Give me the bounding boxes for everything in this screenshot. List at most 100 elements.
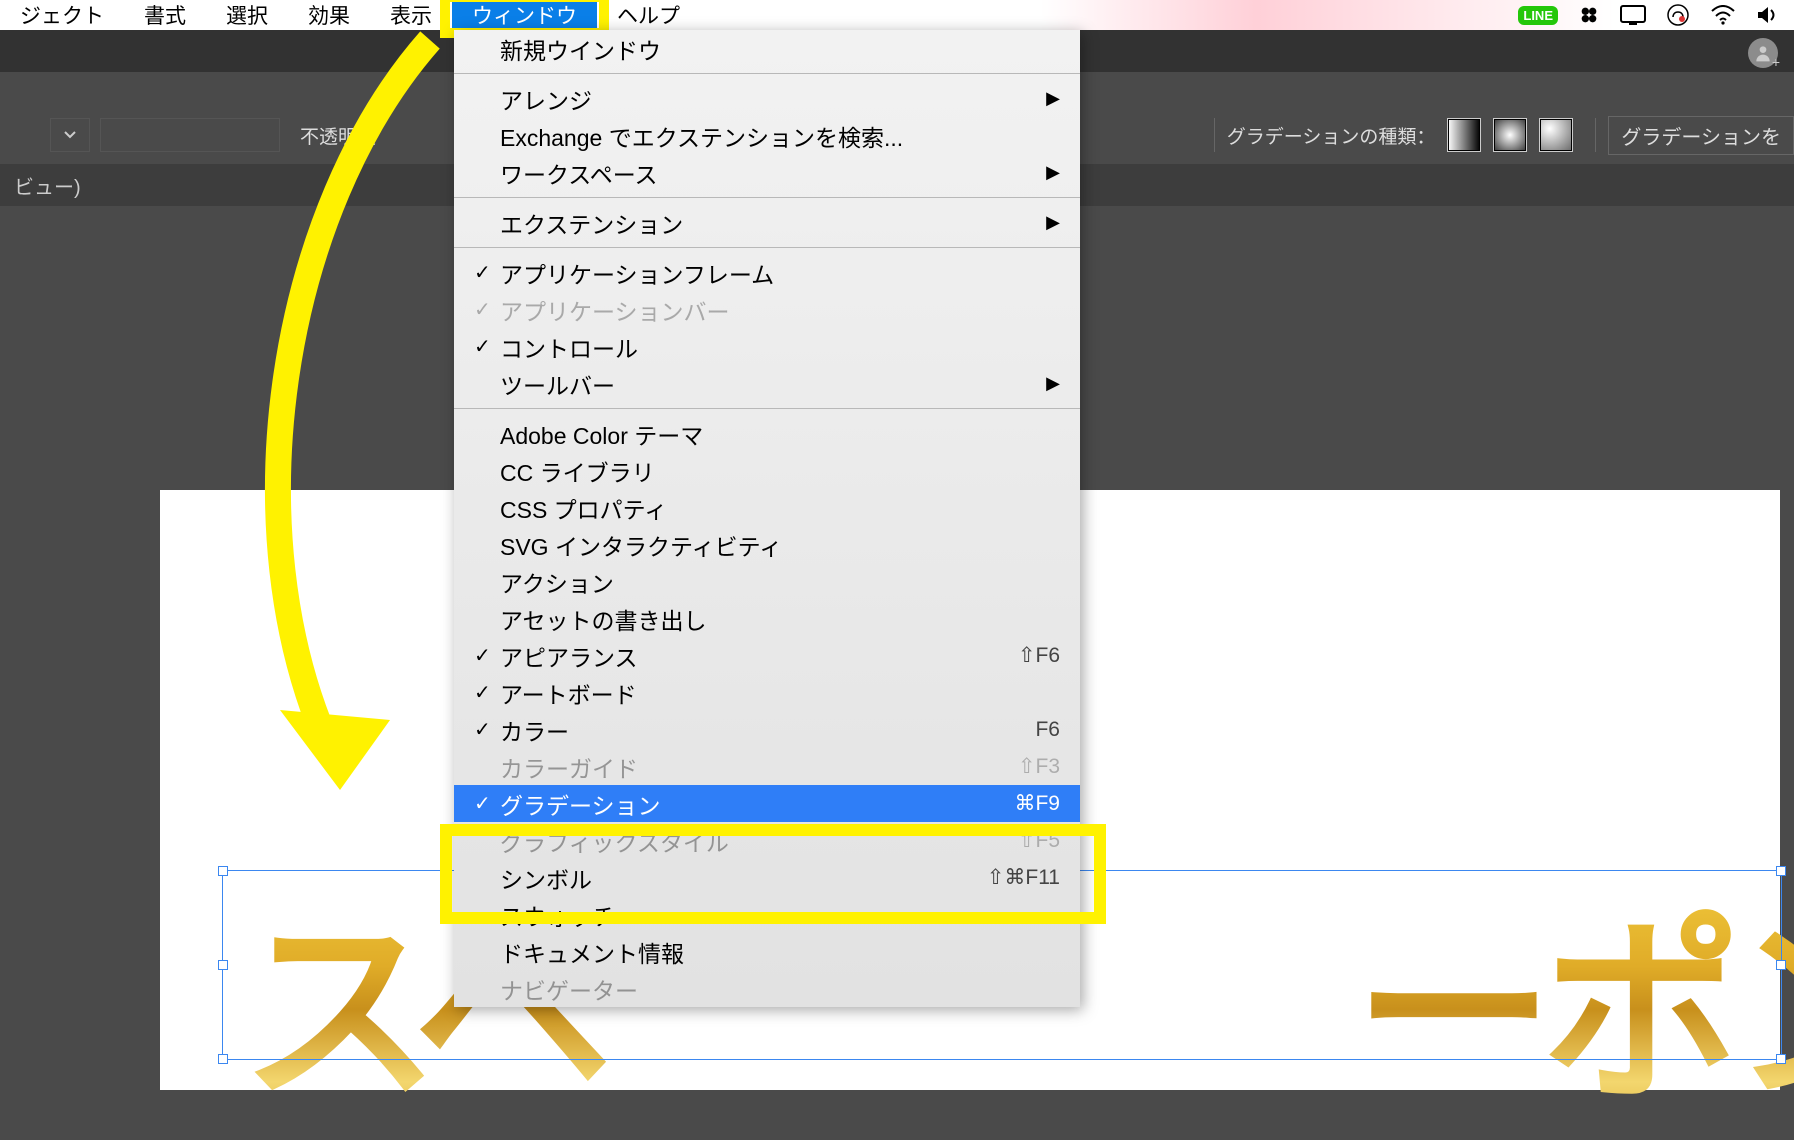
menu-item[interactable]: ✓カラーF6 (454, 711, 1080, 748)
menu-item[interactable]: CSS プロパティ (454, 489, 1080, 526)
menu-item-label: アクション (500, 565, 1060, 599)
check-icon: ✓ (474, 643, 500, 668)
menu-shortcut: ⌘F9 (1014, 791, 1060, 816)
mac-menubar: ジェクト 書式 選択 効果 表示 ウィンドウ ヘルプ LINE (0, 0, 1794, 30)
menu-shortcut: ⇧⌘F11 (987, 865, 1060, 890)
menu-item[interactable]: SVG インタラクティビティ (454, 526, 1080, 563)
menu-shortcut: ⇧F3 (1018, 754, 1060, 779)
tray-clover-icon[interactable] (1578, 4, 1600, 26)
document-tab[interactable]: ビュー) (14, 171, 81, 200)
gradient-freeform-swatch[interactable] (1539, 118, 1573, 152)
menu-separator (454, 73, 1080, 74)
menu-separator (454, 247, 1080, 248)
handle-bottom-right[interactable] (1776, 1054, 1786, 1064)
menu-item-label: 新規ウインドウ (500, 32, 1060, 66)
menu-item[interactable]: Adobe Color テーマ (454, 415, 1080, 452)
menu-view[interactable]: 表示 (370, 0, 452, 30)
menu-object[interactable]: ジェクト (0, 0, 124, 30)
menu-item[interactable]: ✓グラデーション⌘F9 (454, 785, 1080, 822)
menu-item[interactable]: カラーガイド⇧F3 (454, 748, 1080, 785)
menu-item[interactable]: ナビゲーター (454, 970, 1080, 1007)
menu-item-label: アプリケーションフレーム (500, 256, 1060, 290)
menu-item[interactable]: グラフィックスタイル⇧F5 (454, 822, 1080, 859)
menu-item-label: Adobe Color テーマ (500, 417, 1060, 451)
menu-format[interactable]: 書式 (124, 0, 206, 30)
gradient-linear-swatch[interactable] (1447, 118, 1481, 152)
menu-item-label: エクステンション (500, 206, 1046, 240)
check-icon: ✓ (474, 260, 500, 285)
handle-mid-right[interactable] (1776, 960, 1786, 970)
tray-wifi-icon[interactable] (1710, 5, 1736, 25)
menu-item[interactable]: ✓コントロール (454, 328, 1080, 365)
color-swatch-box[interactable] (100, 118, 280, 152)
gradient-radial-swatch[interactable] (1493, 118, 1527, 152)
menu-separator (454, 408, 1080, 409)
window-menu-dropdown: 新規ウインドウアレンジ▶Exchange でエクステンションを検索...ワークス… (454, 30, 1080, 1007)
menu-separator (454, 197, 1080, 198)
check-icon: ✓ (474, 791, 500, 816)
menu-item[interactable]: ✓アートボード (454, 674, 1080, 711)
menu-shortcut: F6 (1035, 718, 1060, 742)
menu-item-label: アレンジ (500, 82, 1046, 116)
check-icon: ✓ (474, 297, 500, 322)
menu-item-label: Exchange でエクステンションを検索... (500, 119, 1060, 153)
menu-select[interactable]: 選択 (206, 0, 288, 30)
menu-item[interactable]: シンボル⇧⌘F11 (454, 859, 1080, 896)
menu-item[interactable]: ✓アピアランス⇧F6 (454, 637, 1080, 674)
menu-item-label: アートボード (500, 676, 1060, 710)
menu-item[interactable]: ✓アプリケーションフレーム (454, 254, 1080, 291)
menu-item-label: ワークスペース (500, 156, 1046, 190)
menu-shortcut: ⇧F5 (1018, 828, 1060, 853)
divider (1214, 118, 1215, 152)
menu-shortcut: ⇧F6 (1018, 643, 1060, 668)
handle-mid-left[interactable] (218, 960, 228, 970)
tray-volume-icon[interactable] (1756, 5, 1780, 25)
menu-item-label: アピアランス (500, 639, 1018, 673)
handle-top-right[interactable] (1776, 866, 1786, 876)
system-tray: LINE (1518, 3, 1794, 27)
menu-item[interactable]: ツールバー▶ (454, 365, 1080, 402)
menu-help[interactable]: ヘルプ (597, 0, 700, 30)
handle-bottom-left[interactable] (218, 1054, 228, 1064)
menu-item-label: アセットの書き出し (500, 602, 1060, 636)
style-dropdown[interactable] (50, 118, 90, 152)
menu-item[interactable]: エクステンション▶ (454, 204, 1080, 241)
menu-item-label: グラデーション (500, 787, 1014, 821)
menu-item-label: ドキュメント情報 (500, 935, 1060, 969)
menu-item[interactable]: スウォッチ (454, 896, 1080, 933)
check-icon: ✓ (474, 680, 500, 705)
tray-cc-icon[interactable] (1666, 3, 1690, 27)
menu-item: ✓アプリケーションバー (454, 291, 1080, 328)
submenu-arrow-icon: ▶ (1046, 212, 1060, 233)
check-icon: ✓ (474, 717, 500, 742)
menu-item-label: カラーガイド (500, 750, 1018, 784)
menu-item-label: シンボル (500, 861, 987, 895)
menu-item-label: スウォッチ (500, 898, 1060, 932)
menu-item-label: ナビゲーター (500, 972, 1060, 1006)
menu-item[interactable]: Exchange でエクステンションを検索... (454, 117, 1080, 154)
menu-item[interactable]: アセットの書き出し (454, 600, 1080, 637)
handle-top-left[interactable] (218, 866, 228, 876)
submenu-arrow-icon: ▶ (1046, 162, 1060, 183)
menu-item-label: カラー (500, 713, 1035, 747)
opacity-label: 不透明度 (300, 122, 376, 149)
menu-item[interactable]: アレンジ▶ (454, 80, 1080, 117)
menu-item[interactable]: 新規ウインドウ (454, 30, 1080, 67)
submenu-arrow-icon: ▶ (1046, 373, 1060, 394)
menu-item[interactable]: CC ライブラリ (454, 452, 1080, 489)
menu-window[interactable]: ウィンドウ (452, 1, 597, 29)
menu-item[interactable]: アクション (454, 563, 1080, 600)
line-app-icon[interactable]: LINE (1518, 6, 1558, 25)
menu-item-label: CC ライブラリ (500, 454, 1060, 488)
menu-item[interactable]: ドキュメント情報 (454, 933, 1080, 970)
gradient-type-label: グラデーションの種類： (1227, 122, 1436, 149)
divider (1595, 118, 1596, 152)
gradient-edit-button[interactable]: グラデーションを (1608, 116, 1794, 155)
profile-icon[interactable] (1748, 38, 1778, 68)
tray-display-icon[interactable] (1620, 5, 1646, 25)
menu-effect[interactable]: 効果 (288, 0, 370, 30)
menu-item[interactable]: ワークスペース▶ (454, 154, 1080, 191)
submenu-arrow-icon: ▶ (1046, 88, 1060, 109)
menu-item-label: グラフィックスタイル (500, 824, 1018, 858)
menu-item-label: CSS プロパティ (500, 491, 1060, 525)
